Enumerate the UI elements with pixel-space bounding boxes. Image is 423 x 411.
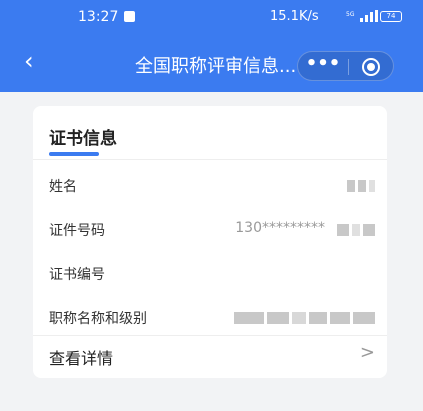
status-bar: 13:27 15.1K/s 5G 74 bbox=[0, 0, 423, 34]
row-certificate-number: 证书编号 bbox=[49, 256, 375, 292]
status-time: 13:27 bbox=[78, 9, 119, 25]
certificate-number-label: 证书编号 bbox=[49, 267, 105, 283]
back-icon[interactable]: ‹ bbox=[24, 47, 34, 75]
row-id-number: 证件号码 130********* bbox=[49, 212, 375, 248]
app-header: 13:27 15.1K/s 5G 74 ‹ 全国职称评审信息... ••• bbox=[0, 0, 423, 92]
navigation-bar: ‹ 全国职称评审信息... ••• bbox=[0, 44, 423, 86]
view-details-row[interactable]: 查看详情 > bbox=[49, 342, 375, 372]
page-title: 全国职称评审信息... bbox=[135, 56, 297, 77]
battery-icon: 74 bbox=[380, 11, 402, 22]
close-icon[interactable] bbox=[362, 58, 380, 76]
divider bbox=[33, 335, 387, 336]
capsule-divider bbox=[348, 59, 349, 75]
divider bbox=[33, 159, 387, 160]
card-title: 证书信息 bbox=[49, 129, 117, 149]
id-number-label: 证件号码 bbox=[49, 223, 105, 239]
row-name: 姓名 bbox=[49, 168, 375, 204]
signal-type: 5G bbox=[346, 11, 355, 18]
chevron-right-icon: > bbox=[359, 342, 375, 363]
redacted-value bbox=[344, 178, 375, 192]
notification-icon bbox=[124, 11, 135, 22]
id-number-value: 130********* bbox=[235, 220, 325, 236]
certificate-card: 证书信息 姓名 证件号码 130********* 证书编号 职称名称和级别 查… bbox=[33, 106, 387, 378]
more-button[interactable]: ••• bbox=[298, 52, 348, 80]
signal-icon: 5G bbox=[346, 10, 378, 22]
name-label: 姓名 bbox=[49, 179, 77, 195]
network-speed: 15.1K/s bbox=[270, 9, 319, 24]
battery-level: 74 bbox=[386, 12, 396, 20]
view-details-label: 查看详情 bbox=[49, 349, 114, 368]
redacted-value bbox=[231, 310, 375, 324]
title-underline bbox=[49, 152, 99, 156]
title-level-label: 职称名称和级别 bbox=[49, 311, 147, 327]
redacted-value bbox=[334, 222, 375, 236]
menu-capsule: ••• bbox=[297, 51, 394, 81]
row-title-level: 职称名称和级别 bbox=[49, 300, 375, 336]
